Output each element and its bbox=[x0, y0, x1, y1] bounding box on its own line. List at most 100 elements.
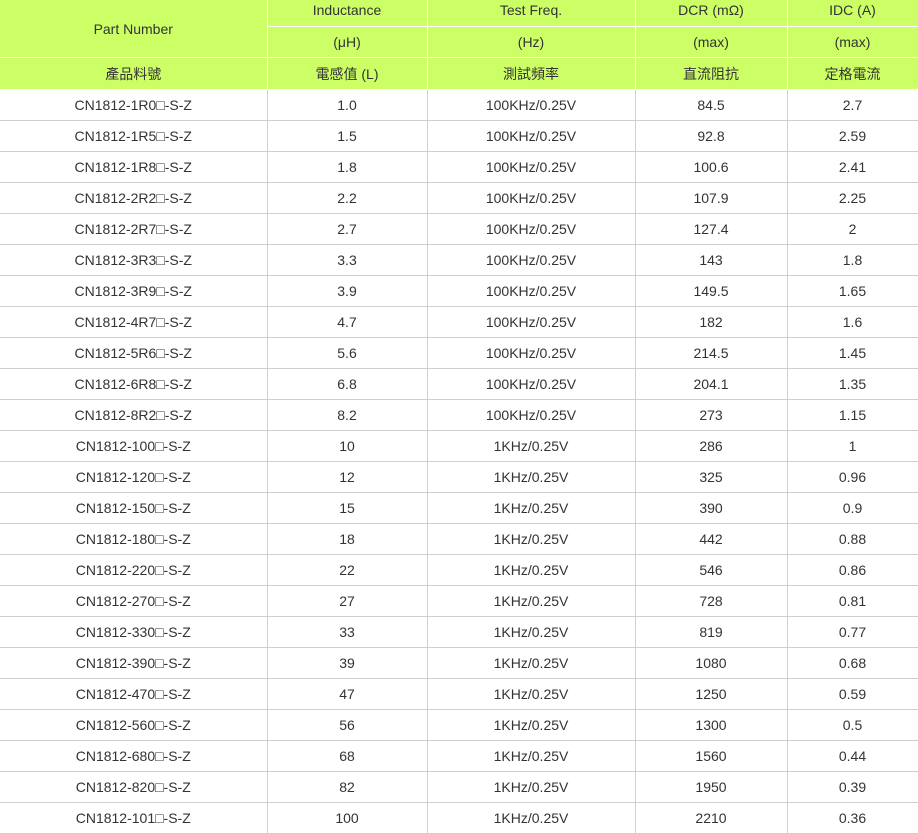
cell-test-freq: 100KHz/0.25V bbox=[427, 89, 636, 121]
table-body: CN1812-1R0□-S-Z 1.0 100KHz/0.25V 84.5 2.7 CN1… bbox=[0, 89, 918, 834]
cell-dcr: 84.5 bbox=[635, 89, 788, 121]
cell-test-freq: 1KHz/0.25V bbox=[427, 771, 636, 803]
cell-inductance: 10 bbox=[267, 430, 428, 462]
cell-test-freq: 1KHz/0.25V bbox=[427, 709, 636, 741]
cell-idc: 1.15 bbox=[787, 399, 918, 431]
header-part-number: Part Number bbox=[0, 0, 268, 58]
table-row: CN1812-560□-S-Z 56 1KHz/0.25V 1300 0.5 bbox=[0, 709, 918, 741]
cell-dcr: 325 bbox=[635, 461, 788, 493]
header-zh-test-freq: 測試頻率 bbox=[427, 57, 636, 90]
table-header: Part Number Inductance Test Freq. DCR (m… bbox=[0, 0, 918, 90]
cell-dcr: 1300 bbox=[635, 709, 788, 741]
cell-test-freq: 100KHz/0.25V bbox=[427, 399, 636, 431]
cell-test-freq: 1KHz/0.25V bbox=[427, 647, 636, 679]
cell-inductance: 4.7 bbox=[267, 306, 428, 338]
table-row: CN1812-1R8□-S-Z 1.8 100KHz/0.25V 100.6 2.41 bbox=[0, 151, 918, 183]
cell-part-number: CN1812-100□-S-Z bbox=[0, 430, 268, 462]
inductor-spec-table: Part Number Inductance Test Freq. DCR (m… bbox=[0, 0, 918, 834]
header-inductance-unit: (μH) bbox=[267, 26, 428, 58]
cell-part-number: CN1812-120□-S-Z bbox=[0, 461, 268, 493]
cell-inductance: 47 bbox=[267, 678, 428, 710]
cell-idc: 1.8 bbox=[787, 244, 918, 276]
cell-dcr: 819 bbox=[635, 616, 788, 648]
table-row: CN1812-5R6□-S-Z 5.6 100KHz/0.25V 214.5 1.45 bbox=[0, 337, 918, 369]
cell-dcr: 143 bbox=[635, 244, 788, 276]
table-row: CN1812-470□-S-Z 47 1KHz/0.25V 1250 0.59 bbox=[0, 678, 918, 710]
table-row: CN1812-330□-S-Z 33 1KHz/0.25V 819 0.77 bbox=[0, 616, 918, 648]
cell-inductance: 2.7 bbox=[267, 213, 428, 245]
cell-inductance: 82 bbox=[267, 771, 428, 803]
cell-inductance: 27 bbox=[267, 585, 428, 617]
table-row: CN1812-680□-S-Z 68 1KHz/0.25V 1560 0.44 bbox=[0, 740, 918, 772]
cell-part-number: CN1812-820□-S-Z bbox=[0, 771, 268, 803]
header-row-titles: Part Number Inductance Test Freq. DCR (m… bbox=[0, 0, 918, 58]
cell-idc: 0.96 bbox=[787, 461, 918, 493]
cell-part-number: CN1812-4R7□-S-Z bbox=[0, 306, 268, 338]
table-row: CN1812-4R7□-S-Z 4.7 100KHz/0.25V 182 1.6 bbox=[0, 306, 918, 338]
cell-inductance: 33 bbox=[267, 616, 428, 648]
header-zh-inductance: 電感值 (L) bbox=[267, 57, 428, 90]
cell-idc: 2.41 bbox=[787, 151, 918, 183]
cell-idc: 0.44 bbox=[787, 740, 918, 772]
cell-dcr: 728 bbox=[635, 585, 788, 617]
cell-dcr: 149.5 bbox=[635, 275, 788, 307]
table-row: CN1812-820□-S-Z 82 1KHz/0.25V 1950 0.39 bbox=[0, 771, 918, 803]
cell-part-number: CN1812-101□-S-Z bbox=[0, 802, 268, 834]
cell-inductance: 1.8 bbox=[267, 151, 428, 183]
header-test-freq: Test Freq. bbox=[427, 0, 636, 27]
cell-test-freq: 1KHz/0.25V bbox=[427, 585, 636, 617]
cell-idc: 1.65 bbox=[787, 275, 918, 307]
cell-test-freq: 1KHz/0.25V bbox=[427, 802, 636, 834]
cell-part-number: CN1812-470□-S-Z bbox=[0, 678, 268, 710]
cell-part-number: CN1812-180□-S-Z bbox=[0, 523, 268, 555]
cell-dcr: 1560 bbox=[635, 740, 788, 772]
cell-dcr: 127.4 bbox=[635, 213, 788, 245]
cell-idc: 1.45 bbox=[787, 337, 918, 369]
cell-part-number: CN1812-2R2□-S-Z bbox=[0, 182, 268, 214]
cell-test-freq: 1KHz/0.25V bbox=[427, 523, 636, 555]
cell-inductance: 1.0 bbox=[267, 89, 428, 121]
cell-test-freq: 100KHz/0.25V bbox=[427, 368, 636, 400]
header-row-chinese: 產品料號 電感值 (L) 測試頻率 直流阻抗 定格電流 bbox=[0, 57, 918, 90]
cell-inductance: 22 bbox=[267, 554, 428, 586]
cell-part-number: CN1812-680□-S-Z bbox=[0, 740, 268, 772]
table-row: CN1812-3R3□-S-Z 3.3 100KHz/0.25V 143 1.8 bbox=[0, 244, 918, 276]
cell-idc: 0.86 bbox=[787, 554, 918, 586]
cell-inductance: 2.2 bbox=[267, 182, 428, 214]
cell-dcr: 442 bbox=[635, 523, 788, 555]
cell-idc: 0.9 bbox=[787, 492, 918, 524]
header-idc-unit: (max) bbox=[787, 26, 918, 58]
table-row: CN1812-390□-S-Z 39 1KHz/0.25V 1080 0.68 bbox=[0, 647, 918, 679]
table-row: CN1812-101□-S-Z 100 1KHz/0.25V 2210 0.36 bbox=[0, 802, 918, 834]
table-row: CN1812-1R0□-S-Z 1.0 100KHz/0.25V 84.5 2.7 bbox=[0, 89, 918, 121]
cell-dcr: 204.1 bbox=[635, 368, 788, 400]
header-zh-part: 產品料號 bbox=[0, 57, 268, 90]
cell-test-freq: 1KHz/0.25V bbox=[427, 678, 636, 710]
cell-inductance: 39 bbox=[267, 647, 428, 679]
cell-dcr: 92.8 bbox=[635, 120, 788, 152]
cell-part-number: CN1812-5R6□-S-Z bbox=[0, 337, 268, 369]
table-row: CN1812-2R7□-S-Z 2.7 100KHz/0.25V 127.4 2 bbox=[0, 213, 918, 245]
table-row: CN1812-270□-S-Z 27 1KHz/0.25V 728 0.81 bbox=[0, 585, 918, 617]
cell-test-freq: 100KHz/0.25V bbox=[427, 244, 636, 276]
cell-idc: 2 bbox=[787, 213, 918, 245]
header-idc: IDC (A) bbox=[787, 0, 918, 27]
cell-part-number: CN1812-1R8□-S-Z bbox=[0, 151, 268, 183]
header-inductance: Inductance bbox=[267, 0, 428, 27]
cell-test-freq: 1KHz/0.25V bbox=[427, 740, 636, 772]
cell-idc: 2.25 bbox=[787, 182, 918, 214]
cell-inductance: 68 bbox=[267, 740, 428, 772]
cell-part-number: CN1812-560□-S-Z bbox=[0, 709, 268, 741]
cell-test-freq: 1KHz/0.25V bbox=[427, 554, 636, 586]
cell-inductance: 56 bbox=[267, 709, 428, 741]
cell-inductance: 100 bbox=[267, 802, 428, 834]
cell-part-number: CN1812-220□-S-Z bbox=[0, 554, 268, 586]
cell-part-number: CN1812-150□-S-Z bbox=[0, 492, 268, 524]
table-row: CN1812-8R2□-S-Z 8.2 100KHz/0.25V 273 1.15 bbox=[0, 399, 918, 431]
cell-inductance: 6.8 bbox=[267, 368, 428, 400]
table-row: CN1812-1R5□-S-Z 1.5 100KHz/0.25V 92.8 2.59 bbox=[0, 120, 918, 152]
cell-part-number: CN1812-3R3□-S-Z bbox=[0, 244, 268, 276]
cell-inductance: 3.3 bbox=[267, 244, 428, 276]
cell-dcr: 546 bbox=[635, 554, 788, 586]
cell-idc: 0.81 bbox=[787, 585, 918, 617]
